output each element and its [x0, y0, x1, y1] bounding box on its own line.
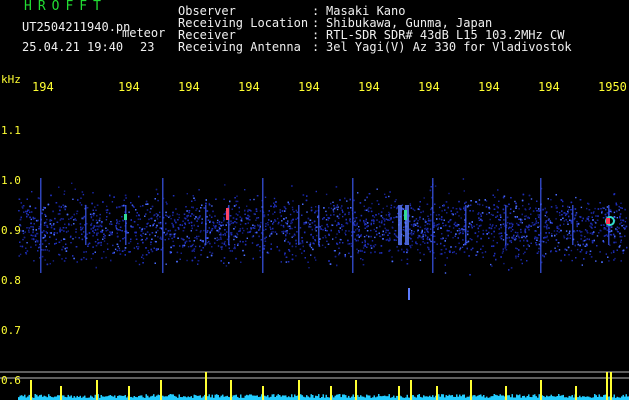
y-axis-unit: kHz	[1, 73, 21, 86]
meteor-streaks	[40, 178, 615, 300]
noise-band	[18, 178, 628, 276]
x-tick-label: 194	[538, 80, 560, 94]
spectrogram-plot	[0, 178, 629, 400]
y-tick-label: 0.8	[1, 274, 21, 287]
y-tick-label: 0.6	[1, 374, 21, 387]
y-tick-label: 1.0	[1, 174, 21, 187]
x-tick-label: 194	[298, 80, 320, 94]
y-tick-label: 0.7	[1, 324, 21, 337]
spectrogram-window: HROFFT UT2504211940.pn meteor 25.04.21 1…	[0, 0, 629, 400]
x-tick-label: 194	[418, 80, 440, 94]
x-tick-label: 1950	[598, 80, 627, 94]
signal-level-trace	[18, 372, 629, 400]
x-tick-label: 194	[238, 80, 260, 94]
x-tick-label: 194	[178, 80, 200, 94]
x-tick-label: 194	[32, 80, 54, 94]
x-tick-label: 194	[118, 80, 140, 94]
y-tick-label: 1.1	[1, 124, 21, 137]
x-tick-label: 194	[478, 80, 500, 94]
y-tick-label: 0.9	[1, 224, 21, 237]
x-tick-label: 194	[358, 80, 380, 94]
